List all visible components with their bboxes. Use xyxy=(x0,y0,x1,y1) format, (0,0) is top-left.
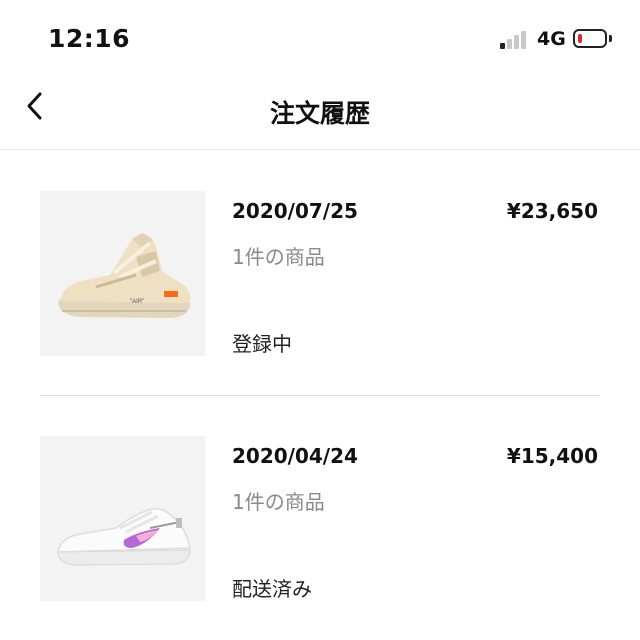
battery-level xyxy=(578,34,582,43)
air-text: "AIR" xyxy=(130,299,144,305)
white-sneaker-image xyxy=(40,436,205,601)
order-item[interactable]: 2020/04/24 ¥15,400 1件の商品 配送済み xyxy=(0,436,640,626)
status-bar: 12:16 4G xyxy=(0,0,640,80)
page-title: 注文履歴 xyxy=(269,99,370,128)
network-type: 4G xyxy=(537,28,566,50)
battery-cap xyxy=(609,35,612,42)
order-status: 登録中 xyxy=(232,332,292,356)
divider xyxy=(40,395,600,396)
order-price: ¥15,400 xyxy=(506,444,598,468)
battery-icon xyxy=(573,29,607,48)
order-status: 配送済み xyxy=(232,577,312,601)
beige-sneaker-image: "AIR" xyxy=(40,191,205,356)
status-time: 12:16 xyxy=(48,24,131,53)
order-price: ¥23,650 xyxy=(506,199,598,223)
signal-strength-icon xyxy=(500,29,532,49)
navigation-bar: 注文履歴 xyxy=(0,80,640,150)
order-date: 2020/04/24 xyxy=(232,444,358,468)
order-item-count: 1件の商品 xyxy=(232,245,325,269)
order-date: 2020/07/25 xyxy=(232,199,358,223)
order-item[interactable]: "AIR" 2020/07/25 ¥23,650 1件の商品 登録中 xyxy=(0,191,640,381)
order-item-count: 1件の商品 xyxy=(232,490,325,514)
